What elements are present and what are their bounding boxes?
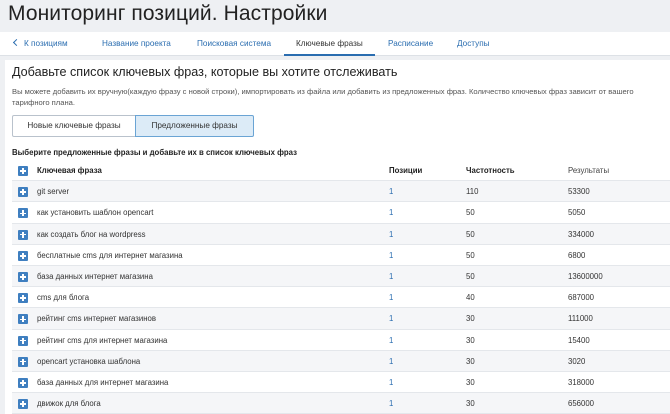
results-cell: 111000 (568, 314, 593, 324)
new-keywords-toggle[interactable]: Новые ключевые фразы (12, 115, 136, 137)
positions-cell[interactable]: 1 (389, 224, 393, 245)
frequency-cell: 50 (466, 208, 475, 218)
table-row: как установить шаблон opencart 1 50 5050 (12, 202, 670, 224)
table-row: движок для блога 1 30 656000 (12, 393, 670, 414)
results-cell: 656000 (568, 399, 595, 409)
positions-cell[interactable]: 1 (389, 181, 393, 202)
add-phrase-button[interactable] (18, 314, 28, 325)
frequency-cell: 30 (466, 314, 475, 324)
table-row: бесплатные cms для интернет магазина 1 50 6… (12, 245, 670, 266)
table-caption: Выберите предложенные фразы и добавьте и… (12, 148, 297, 157)
add-phrase-button[interactable] (18, 335, 28, 346)
tab-project-name[interactable]: Название проекта (102, 32, 171, 56)
results-cell: 3020 (568, 356, 586, 366)
section-title: Добавьте список ключевых фраз, которые в… (12, 65, 398, 79)
results-cell: 15400 (568, 335, 590, 345)
back-link-label: К позициям (24, 39, 68, 48)
suggested-phrases-toggle[interactable]: Предложенные фразы (135, 115, 254, 137)
positions-cell[interactable]: 1 (389, 393, 393, 414)
frequency-cell: 110 (466, 187, 479, 197)
add-phrase-button[interactable] (18, 250, 28, 261)
frequency-cell: 40 (466, 293, 475, 303)
phrase-cell: cms для блога (37, 293, 90, 303)
phrase-cell: как установить шаблон opencart (37, 208, 154, 218)
back-to-positions-link[interactable]: К позициям (12, 32, 68, 56)
table-header-row: Ключевая фраза Позиции Частотность Резул… (12, 160, 670, 182)
tab-schedule[interactable]: Расписание (388, 32, 433, 56)
results-cell: 6800 (568, 250, 586, 260)
positions-cell[interactable]: 1 (389, 245, 393, 266)
chevron-left-icon (12, 38, 21, 47)
phrase-cell: рейтинг cms интернет магазинов (37, 314, 156, 324)
phrase-cell: как создать блог на wordpress (37, 229, 146, 239)
add-phrase-button[interactable] (18, 399, 28, 410)
add-phrase-button[interactable] (18, 187, 28, 198)
header-frequency[interactable]: Частотность (466, 160, 515, 181)
add-phrase-button[interactable] (18, 293, 28, 304)
table-row: база данных интернет магазина 1 50 13600000 (12, 265, 670, 288)
results-cell: 318000 (568, 377, 595, 387)
tab-keywords[interactable]: Ключевые фразы (284, 32, 375, 56)
positions-cell[interactable]: 1 (389, 308, 393, 329)
results-cell: 687000 (568, 293, 595, 303)
results-cell: 5050 (568, 208, 586, 218)
tab-search-engine[interactable]: Поисковая система (197, 32, 271, 56)
header-positions[interactable]: Позиции (389, 160, 422, 181)
frequency-cell: 30 (466, 399, 475, 409)
phrase-cell: движок для блога (37, 399, 101, 409)
positions-cell[interactable]: 1 (389, 202, 393, 223)
frequency-cell: 50 (466, 271, 475, 281)
add-phrase-button[interactable] (18, 208, 28, 219)
positions-cell[interactable]: 1 (389, 266, 393, 287)
frequency-cell: 30 (466, 356, 475, 366)
header-results[interactable]: Результаты (568, 160, 609, 181)
phrase-cell: база данных интернет магазина (37, 271, 153, 281)
phrase-cell: рейтинг cms для интернет магазина (37, 335, 168, 345)
table-row: как создать блог на wordpress 1 50 334000 (12, 223, 670, 245)
table-row: git server 1 110 53300 (12, 181, 670, 203)
results-cell: 13600000 (568, 271, 603, 281)
keywords-card: Добавьте список ключевых фраз, которые в… (5, 60, 670, 414)
phrase-cell: база данных для интернет магазина (37, 377, 169, 387)
add-all-button[interactable] (18, 166, 28, 176)
phrase-cell: opencart установка шаблона (37, 356, 141, 366)
table-row: рейтинг cms интернет магазинов 1 30 111000 (12, 308, 670, 330)
tab-bar: К позициям Название проекта Поисковая си… (0, 32, 670, 56)
phrase-cell: git server (37, 187, 70, 197)
add-phrase-button[interactable] (18, 356, 28, 367)
add-phrase-button[interactable] (18, 271, 28, 282)
phrase-cell: бесплатные cms для интернет магазина (37, 250, 183, 260)
page-title: Мониторинг позиций. Настройки (8, 2, 328, 25)
results-cell: 53300 (568, 187, 590, 197)
frequency-cell: 30 (466, 335, 475, 345)
positions-cell[interactable]: 1 (389, 287, 393, 308)
positions-cell[interactable]: 1 (389, 330, 393, 351)
frequency-cell: 50 (466, 250, 475, 260)
add-phrase-button[interactable] (18, 377, 28, 388)
table-row: рейтинг cms для интернет магазина 1 30 1540… (12, 330, 670, 351)
suggested-phrases-table: Ключевая фраза Позиции Частотность Резул… (12, 160, 670, 414)
results-cell: 334000 (568, 229, 595, 239)
frequency-cell: 30 (466, 377, 475, 387)
positions-cell[interactable]: 1 (389, 351, 393, 372)
table-row: база данных для интернет магазина 1 30 3180… (12, 372, 670, 394)
add-phrase-button[interactable] (18, 229, 28, 240)
frequency-cell: 50 (466, 229, 475, 239)
tab-access[interactable]: Доступы (457, 32, 490, 56)
table-row: cms для блога 1 40 687000 (12, 287, 670, 309)
table-row: opencart установка шаблона 1 30 3020 (12, 350, 670, 372)
section-hint: Вы можете добавить их вручную(каждую фра… (12, 87, 634, 107)
header-phrase[interactable]: Ключевая фраза (37, 160, 102, 181)
positions-cell[interactable]: 1 (389, 372, 393, 393)
